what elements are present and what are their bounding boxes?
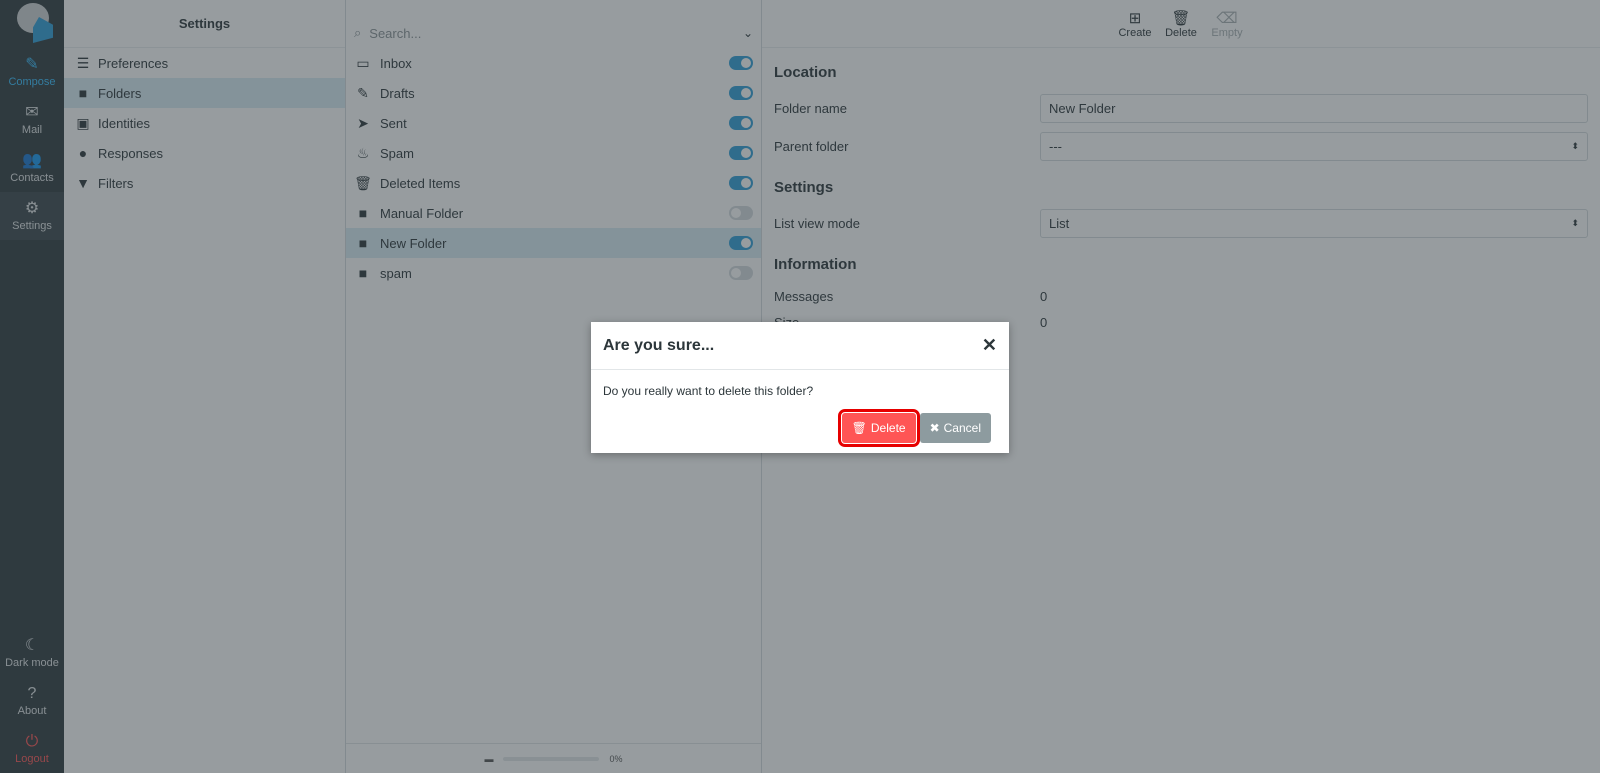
cancel-button[interactable]: ✖ Cancel xyxy=(919,413,991,443)
close-icon: ✖ xyxy=(929,421,940,435)
confirm-delete-button[interactable]: 🗑 Delete xyxy=(837,409,920,447)
dialog-message: Do you really want to delete this folder… xyxy=(603,384,814,398)
trash-icon: 🗑 xyxy=(851,421,867,435)
close-icon[interactable]: ✕ xyxy=(982,335,997,356)
confirm-dialog: Are you sure... ✕ Do you really want to d… xyxy=(591,322,1009,453)
dialog-title: Are you sure... xyxy=(603,336,715,354)
